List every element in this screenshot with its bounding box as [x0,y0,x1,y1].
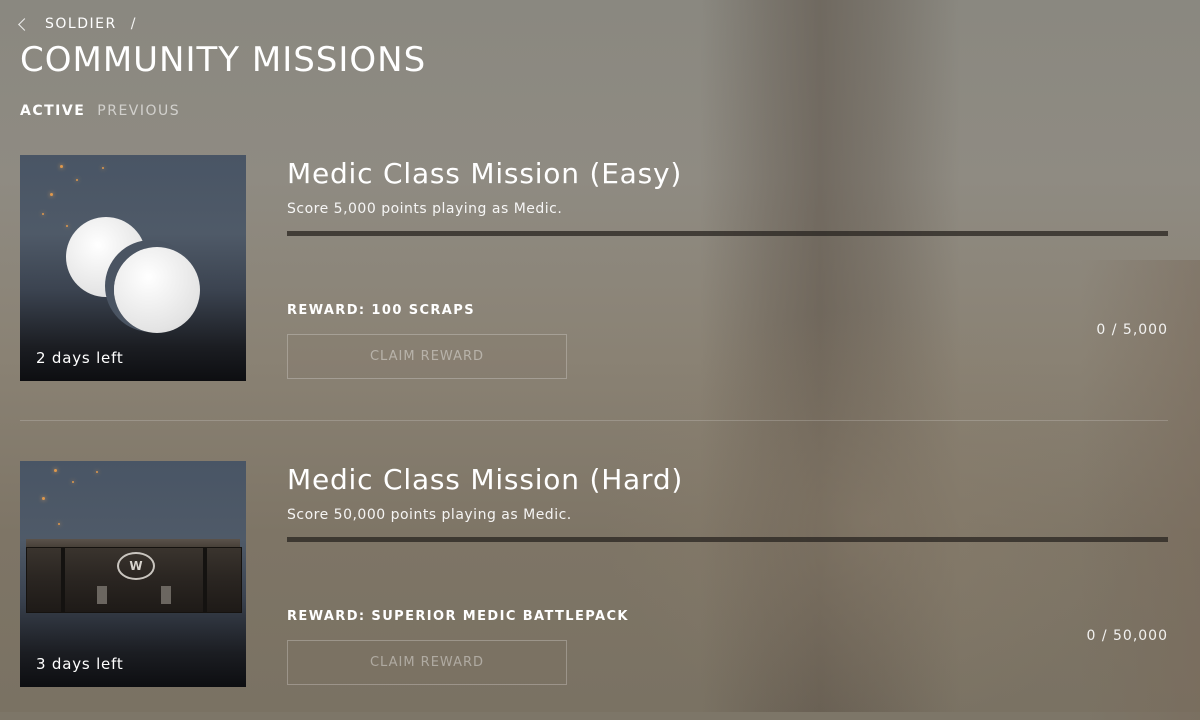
mission-title: Medic Class Mission (Hard) [287,463,684,496]
battlepack-crate-icon: W [26,547,242,613]
scraps-coin-front [114,247,200,333]
spark-particle [58,523,60,525]
spark-particle [72,481,74,483]
mission-description: Score 5,000 points playing as Medic. [287,201,563,217]
mission-description: Score 50,000 points playing as Medic. [287,507,572,523]
mission-progress-bar: 0 / 5,000 [287,231,1168,338]
mission-progress-bar: 0 / 50,000 [287,537,1168,644]
progress-text: 0 / 5,000 [1096,322,1168,338]
spark-particle [66,225,68,227]
spark-particle [60,165,63,168]
community-missions-screen: SOLDIER / COMMUNITY MISSIONS ACTIVE PREV… [0,0,1200,712]
crate-emblem-icon: W [117,552,155,580]
spark-particle [50,193,53,196]
tab-previous[interactable]: PREVIOUS [97,103,180,119]
spark-particle [42,497,45,500]
breadcrumb-soldier[interactable]: SOLDIER [45,16,117,32]
crate-latch [97,586,107,604]
spark-particle [96,471,98,473]
spark-particle [54,469,57,472]
page-title: COMMUNITY MISSIONS [20,40,427,80]
crate-strap [61,548,65,612]
reward-label: REWARD: 100 SCRAPS [287,303,475,318]
time-left-label: 2 days left [36,349,124,367]
tab-active[interactable]: ACTIVE [20,103,85,119]
mission-thumbnail: 2 days left [20,155,246,381]
spark-particle [42,213,44,215]
mission-tabs: ACTIVE PREVIOUS [20,103,180,119]
chevron-left-icon[interactable] [18,17,31,31]
mission-card-easy: 2 days left Medic Class Mission (Easy) S… [20,155,1168,381]
claim-reward-button[interactable]: CLAIM REWARD [287,334,567,379]
spark-particle [76,179,78,181]
mission-divider [20,420,1168,421]
breadcrumb: SOLDIER / [18,16,137,32]
crate-latch [161,586,171,604]
spark-particle [102,167,104,169]
mission-card-hard: W 3 days left Medic Class Mission (Hard)… [20,461,1168,687]
time-left-label: 3 days left [36,655,124,673]
progress-text: 0 / 50,000 [1086,628,1168,644]
crate-strap [203,548,207,612]
breadcrumb-separator: / [130,16,137,32]
mission-thumbnail: W 3 days left [20,461,246,687]
reward-label: REWARD: SUPERIOR MEDIC BATTLEPACK [287,609,629,624]
claim-reward-button[interactable]: CLAIM REWARD [287,640,567,685]
mission-title: Medic Class Mission (Easy) [287,157,683,190]
